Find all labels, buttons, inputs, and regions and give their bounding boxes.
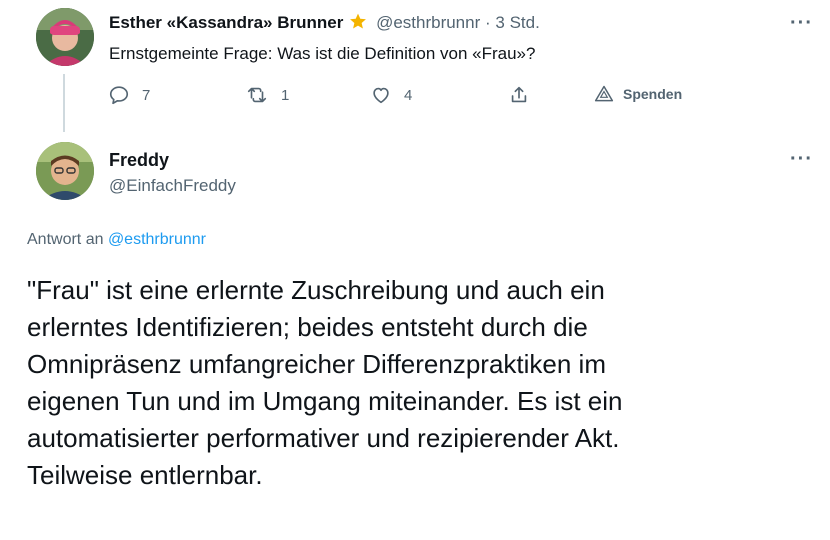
retweet-icon [245, 84, 269, 106]
donate-button[interactable]: Spenden [594, 84, 682, 104]
tweet1-header: Esther «Kassandra» Brunner @esthrbrunnr … [109, 12, 540, 36]
reply-prefix: Antwort an [27, 231, 104, 248]
tweet2-handle[interactable]: @EinfachFreddy [109, 176, 236, 196]
tweet1-author-name[interactable]: Esther «Kassandra» Brunner [109, 13, 343, 32]
heart-icon [370, 84, 392, 106]
donate-label: Spenden [623, 86, 683, 102]
reply-context: Antwort an @esthrbrunnr [27, 231, 206, 249]
star-icon [348, 12, 368, 36]
tweet2-text-line: eigenen Tun und im Umgang miteinander. E… [27, 386, 623, 416]
tweet2-text: "Frau" ist eine erlernte Zuschreibung un… [27, 272, 817, 494]
share-icon [508, 84, 530, 106]
reply-handle-link[interactable]: @esthrbrunnr [108, 231, 206, 248]
separator-dot: · [485, 13, 491, 32]
reply-icon [108, 84, 130, 106]
tweet2-text-line: automatisierter performativer und rezipi… [27, 423, 620, 453]
share-button[interactable] [508, 84, 530, 106]
reply-button[interactable]: 7 [108, 84, 150, 106]
tweet2-text-line: Omnipräsenz umfangreicher Differenzprakt… [27, 349, 606, 379]
retweet-count: 1 [281, 86, 290, 104]
reply-count: 7 [142, 86, 151, 104]
tweet2-text-line: erlerntes Identifizieren; beides entsteh… [27, 312, 588, 342]
thread-line [63, 74, 65, 132]
tweet2-text-line: Teilweise entlernbar. [27, 460, 263, 490]
like-count: 4 [404, 86, 413, 104]
tweet2-author-name[interactable]: Freddy [109, 150, 169, 171]
tweet1-handle[interactable]: @esthrbrunnr [376, 13, 480, 32]
avatar-esther[interactable] [36, 8, 94, 66]
tweet1-more-button[interactable]: ··· [790, 13, 813, 33]
avatar-freddy[interactable] [36, 142, 94, 200]
donate-icon [594, 84, 614, 104]
retweet-button[interactable]: 1 [245, 84, 289, 106]
tweet1-text: Ernstgemeinte Frage: Was ist die Definit… [109, 44, 536, 63]
tweet2-more-button[interactable]: ··· [790, 149, 813, 169]
tweet2-text-line: "Frau" ist eine erlernte Zuschreibung un… [27, 275, 605, 305]
tweet1-timestamp[interactable]: 3 Std. [495, 13, 539, 32]
like-button[interactable]: 4 [370, 84, 412, 106]
